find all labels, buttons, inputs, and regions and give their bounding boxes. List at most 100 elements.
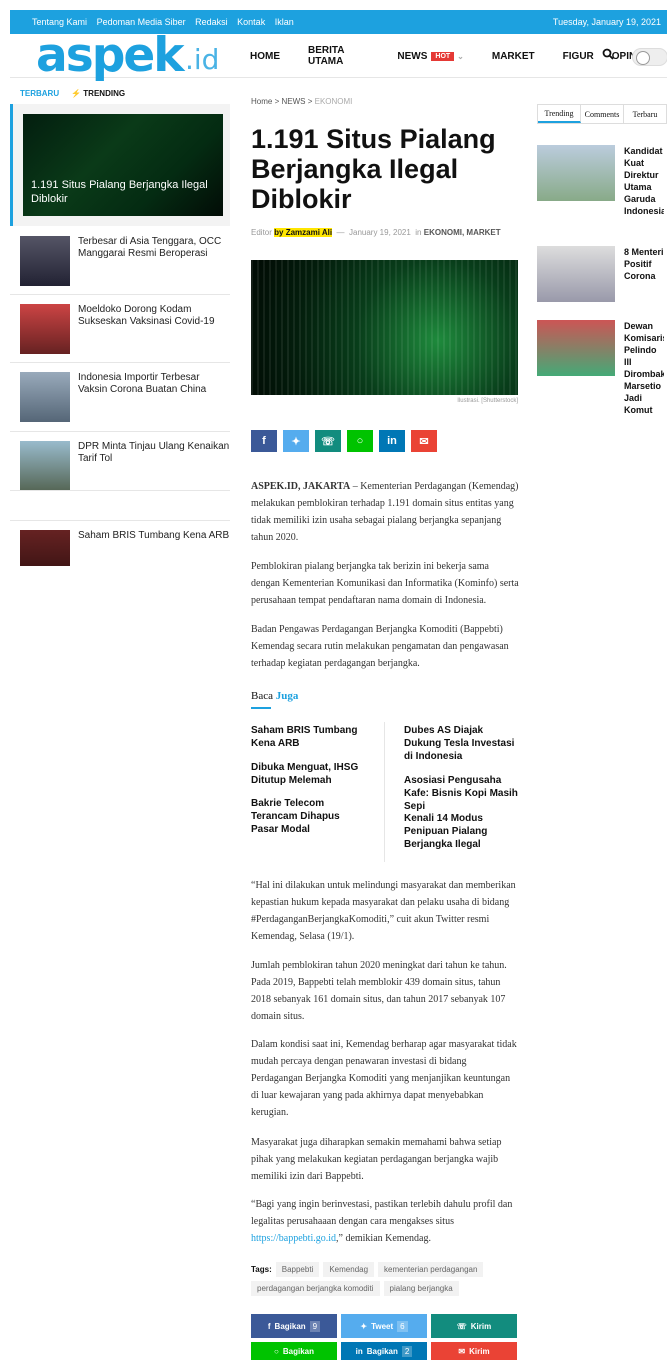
paragraph: “Hal ini dilakukan untuk melindungi masy…: [251, 880, 516, 942]
related-link[interactable]: Dubes AS Diajak Dukung Tesla Investasi d…: [404, 724, 522, 763]
editor-prefix: Editor: [251, 228, 272, 237]
tag[interactable]: pialang berjangka: [383, 1281, 459, 1296]
nav-news[interactable]: NEWS HOT ⌄: [397, 51, 463, 62]
line-icon[interactable]: ○: [347, 430, 373, 452]
share-icons-top: f ✦ ☏ ○ in ✉: [251, 430, 437, 452]
chevron-down-icon: ⌄: [457, 51, 464, 61]
trending-title: Kandidat Kuat Direktur Utama Garuda Indo…: [624, 146, 664, 216]
twitter-share-button[interactable]: ✦ Tweet 6: [341, 1314, 427, 1338]
nav-figur[interactable]: FIGUR: [563, 51, 594, 62]
divider: [10, 520, 230, 521]
breadcrumb-ekonomi[interactable]: EKONOMI: [315, 97, 353, 106]
breadcrumb-separator: >: [274, 97, 280, 106]
list-item[interactable]: Indonesia Importir Terbesar Vaksin Coron…: [20, 372, 230, 422]
tab-terbaru-right[interactable]: Terbaru: [624, 105, 666, 123]
thumbnail: [537, 145, 615, 201]
paragraph: Badan Pengawas Perdagangan Berjangka Kom…: [251, 624, 509, 669]
mail-share-button[interactable]: ✉ Kirim: [431, 1342, 517, 1360]
whatsapp-share-button[interactable]: ☏ Kirim: [431, 1314, 517, 1338]
linkedin-icon[interactable]: in: [379, 430, 405, 452]
left-tabs: TERBARU ⚡ TRENDING: [20, 89, 125, 98]
mail-icon[interactable]: ✉: [411, 430, 437, 452]
thumbnail: [537, 246, 615, 302]
site-logo-suffix: .id: [185, 43, 220, 76]
trending-item[interactable]: Dewan Komisaris Pelindo III Dirombak, Ma…: [537, 320, 664, 416]
paragraph-text: “Bagi yang ingin berinvestasi, pastikan …: [251, 1199, 513, 1227]
tags: Tags: Bappebti Kemendag kementerian perd…: [251, 1262, 519, 1296]
article-meta: Editor by Zamzami Ali — January 19, 2021…: [251, 228, 501, 237]
related-link[interactable]: Kenali 14 Modus Penipuan Pialang Berjang…: [404, 812, 522, 851]
link-kontak[interactable]: Kontak: [237, 17, 265, 27]
site-header: aspek .id HOME BERITA UTAMA NEWS HOT ⌄ MAR…: [10, 31, 667, 81]
search-icon[interactable]: [602, 48, 614, 63]
related-link[interactable]: Asosiasi Pengusaha Kafe: Bisnis Kopi Mas…: [404, 774, 522, 813]
breadcrumb-home[interactable]: Home: [251, 97, 272, 106]
heading-underline: [251, 707, 271, 709]
bappebti-link[interactable]: https://bappebti.go.id: [251, 1233, 336, 1244]
link-iklan[interactable]: Iklan: [275, 17, 294, 27]
trending-item[interactable]: 8 Menteri Positif Corona: [537, 246, 664, 302]
tag[interactable]: Bappebti: [275, 1262, 320, 1277]
dateline: ASPEK.ID, JAKARTA: [251, 481, 351, 492]
thumbnail: [20, 304, 70, 354]
thumbnail: [20, 236, 70, 286]
nav-home[interactable]: HOME: [250, 51, 280, 62]
tab-comments[interactable]: Comments: [581, 105, 624, 123]
share-label: Tweet: [371, 1321, 394, 1331]
tag[interactable]: Kemendag: [323, 1262, 375, 1277]
list-item[interactable]: DPR Minta Tinjau Ulang Kenaikan Tarif To…: [20, 441, 230, 491]
author-link[interactable]: by Zamzami Ali: [274, 228, 333, 237]
nav-berita-utama[interactable]: BERITA UTAMA: [308, 45, 369, 67]
tab-trending-right[interactable]: Trending: [538, 105, 581, 123]
tab-trending[interactable]: ⚡ TRENDING: [71, 89, 125, 98]
image-caption: Ilustrasi. [Shutterstock]: [457, 398, 518, 404]
link-tentang-kami[interactable]: Tentang Kami: [32, 17, 87, 27]
share-label: Bagikan: [366, 1346, 398, 1356]
nav-market[interactable]: MARKET: [492, 51, 535, 62]
breadcrumb: Home > NEWS > EKONOMI: [251, 97, 352, 106]
article-categories[interactable]: EKONOMI, MARKET: [424, 228, 501, 237]
list-item-title: Moeldoko Dorong Kodam Sukseskan Vaksinas…: [78, 304, 215, 327]
paragraph-text: ,” demikian Kemendag.: [336, 1233, 431, 1244]
share-count: 2: [401, 1345, 413, 1357]
link-pedoman[interactable]: Pedoman Media Siber: [97, 17, 186, 27]
link-redaksi[interactable]: Redaksi: [195, 17, 228, 27]
meta-in: in: [415, 228, 422, 237]
paragraph: Masyarakat juga diharapkan semakin memah…: [251, 1137, 502, 1182]
list-item-title: Indonesia Importir Terbesar Vaksin Coron…: [78, 372, 207, 395]
related-link[interactable]: Saham BRIS Tumbang Kena ARB: [251, 724, 369, 750]
thumbnail: [537, 320, 615, 376]
share-label: Kirim: [469, 1346, 490, 1356]
related-heading-baca: Baca: [251, 690, 273, 702]
line-share-button[interactable]: ○ Bagikan: [251, 1342, 337, 1360]
related-heading: Baca Juga: [251, 690, 298, 702]
twitter-icon[interactable]: ✦: [283, 430, 309, 452]
thumbnail: [20, 372, 70, 422]
facebook-icon[interactable]: f: [251, 430, 277, 452]
breadcrumb-news[interactable]: NEWS: [281, 97, 305, 106]
list-item[interactable]: Saham BRIS Tumbang Kena ARB: [20, 530, 230, 566]
divider: [10, 490, 230, 491]
share-label: Kirim: [470, 1321, 492, 1331]
related-link[interactable]: Dibuka Menguat, IHSG Ditutup Melemah: [251, 761, 369, 787]
dark-mode-toggle[interactable]: [632, 48, 667, 66]
linkedin-share-button[interactable]: in Bagikan 2: [341, 1342, 427, 1360]
whatsapp-icon[interactable]: ☏: [315, 430, 341, 452]
facebook-share-button[interactable]: f Bagikan 9: [251, 1314, 337, 1338]
top-date: Tuesday, January 19, 2021: [552, 17, 661, 27]
line-icon: ○: [274, 1346, 279, 1356]
tag[interactable]: perdagangan berjangka komoditi: [251, 1281, 380, 1296]
list-item[interactable]: Moeldoko Dorong Kodam Sukseskan Vaksinas…: [20, 304, 230, 354]
site-logo[interactable]: aspek: [36, 31, 184, 81]
paragraph: ASPEK.ID, JAKARTA – Kementerian Perdagan…: [251, 478, 519, 546]
list-item[interactable]: Terbesar di Asia Tenggara, OCC Manggarai…: [20, 236, 230, 286]
trending-item[interactable]: Kandidat Kuat Direktur Utama Garuda Indo…: [537, 145, 664, 217]
tab-terbaru[interactable]: TERBARU: [20, 89, 59, 98]
facebook-icon: f: [267, 1321, 271, 1331]
tag[interactable]: kementerian perdagangan: [378, 1262, 484, 1277]
related-link[interactable]: Bakrie Telecom Terancam Dihapus Pasar Mo…: [251, 797, 369, 836]
paragraph: Dalam kondisi saat ini, Kemendag berhara…: [251, 1039, 517, 1118]
related-heading-juga: Juga: [275, 690, 299, 702]
featured-post[interactable]: 1.191 Situs Pialang Berjangka Ilegal Dib…: [10, 104, 230, 226]
divider: [10, 294, 230, 295]
